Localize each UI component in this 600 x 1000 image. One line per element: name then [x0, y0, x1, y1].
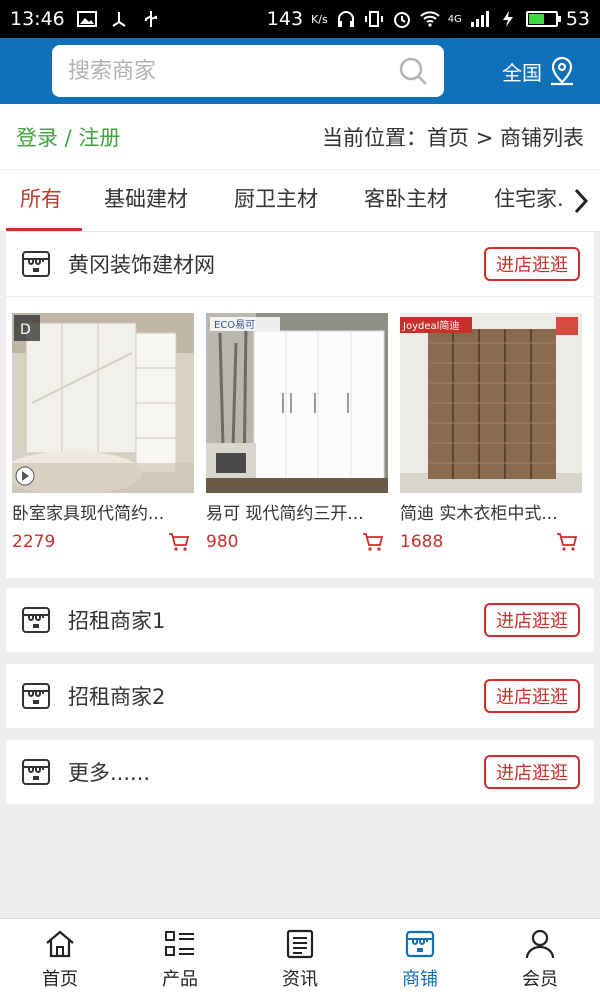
product-price: 1688 [400, 532, 444, 552]
nav-news-label: 资讯 [282, 968, 318, 990]
shop-name: 更多...... [68, 761, 151, 785]
shop-icon [22, 759, 50, 785]
tab-all[interactable]: 所有 [6, 170, 82, 231]
product-title: 简迪 实木衣柜中式... [400, 504, 558, 524]
product-price: 980 [206, 532, 239, 552]
nav-home[interactable]: 首页 [0, 919, 120, 1000]
vibrate-icon [364, 11, 383, 27]
nav-products[interactable]: 产品 [120, 919, 240, 1000]
status-time: 13:46 [10, 8, 65, 30]
nav-member-label: 会员 [522, 968, 558, 990]
tab-basic-materials[interactable]: 基础建材 [104, 170, 188, 231]
product-card[interactable]: D 卧室家具现代简约... 2279 [12, 313, 194, 552]
login-register-link[interactable]: 登录 / 注册 [16, 122, 120, 152]
shop-card: 更多...... 进店逛逛 [6, 740, 594, 804]
category-tabs: 所有 基础建材 厨卫主材 客卧主材 住宅家... [0, 170, 600, 232]
search-icon[interactable] [398, 56, 428, 86]
breadcrumb: 当前位置：首页 > 商铺列表 [322, 125, 584, 150]
location-icon [551, 56, 573, 86]
nav-products-label: 产品 [162, 968, 198, 990]
tab-bedroom-living[interactable]: 客卧主材 [364, 170, 448, 231]
signal-type: 4G [447, 13, 462, 25]
visit-shop-button[interactable]: 进店逛逛 [484, 679, 580, 713]
chevron-right-icon [574, 188, 589, 214]
nav-shops-label: 商铺 [402, 968, 438, 990]
home-icon [46, 930, 74, 957]
shop-card: 招租商家1 进店逛逛 [6, 588, 594, 652]
shop-header[interactable]: 更多...... 进店逛逛 [6, 740, 594, 804]
product-image[interactable]: D [12, 313, 194, 493]
shop-header[interactable]: 招租商家1 进店逛逛 [6, 588, 594, 652]
nav-member[interactable]: 会员 [480, 919, 600, 1000]
bottom-nav: 首页 产品 资讯 商铺 会员 [0, 918, 600, 1000]
shop-icon [22, 251, 50, 277]
cart-icon[interactable] [556, 532, 578, 552]
shop-icon [22, 683, 50, 709]
nav-news[interactable]: 资讯 [240, 919, 360, 1000]
list-icon [165, 930, 194, 956]
product-image[interactable]: ECO易可 [206, 313, 388, 493]
tab-kitchen-bath[interactable]: 厨卫主材 [234, 170, 318, 231]
app-header: 全国 [0, 38, 600, 104]
brand-logo-eco: ECO易可 [214, 319, 255, 331]
search-box[interactable] [52, 45, 444, 97]
region-label: 全国 [502, 60, 542, 85]
news-icon [286, 929, 314, 958]
shop-icon [405, 930, 435, 957]
nav-shops[interactable]: 商铺 [360, 919, 480, 1000]
product-image[interactable]: Joydeal简迪 [400, 313, 582, 493]
user-icon [525, 929, 555, 958]
shop-card: 黄冈装饰建材网 进店逛逛 D 卧室家具现代简约... 2279 ECO易可 易可… [6, 232, 594, 578]
net-speed: 143 [266, 8, 304, 30]
product-card[interactable]: Joydeal简迪 简迪 实木衣柜中式... 1688 [400, 313, 582, 552]
shop-name: 招租商家1 [68, 609, 166, 633]
cart-icon[interactable] [362, 532, 384, 552]
cart-icon[interactable] [168, 532, 190, 552]
brand-logo-joydeal: Joydeal简迪 [402, 319, 459, 332]
shop-name: 黄冈装饰建材网 [68, 253, 215, 277]
net-speed-unit: K/s [311, 12, 328, 26]
status-bar: 13:46 143 K/s 4G 53 [0, 0, 600, 38]
battery-level: 53 [565, 8, 590, 30]
usb-icon [144, 11, 157, 27]
shop-card: 招租商家2 进店逛逛 [6, 664, 594, 728]
region-selector[interactable]: 全国 [502, 56, 576, 86]
battery-icon [525, 11, 561, 27]
shop-icon [22, 607, 50, 633]
headphones-icon [337, 11, 354, 27]
location-bar: 登录 / 注册 当前位置：首页 > 商铺列表 [0, 104, 600, 170]
product-list: D 卧室家具现代简约... 2279 ECO易可 易可 现代简约三开... 98… [6, 296, 594, 552]
product-title: 卧室家具现代简约... [12, 504, 165, 524]
visit-shop-button[interactable]: 进店逛逛 [484, 247, 580, 281]
visit-shop-button[interactable]: 进店逛逛 [484, 603, 580, 637]
product-card[interactable]: ECO易可 易可 现代简约三开... 980 [206, 313, 388, 552]
shop-header[interactable]: 招租商家2 进店逛逛 [6, 664, 594, 728]
tabs-scroll-right[interactable] [562, 170, 600, 231]
usb-share-icon [112, 12, 126, 27]
nav-home-label: 首页 [42, 968, 78, 990]
product-price: 2279 [12, 532, 56, 552]
wifi-icon [419, 11, 440, 27]
shop-name: 招租商家2 [68, 685, 166, 709]
svg-text:D: D [20, 322, 31, 338]
shop-header[interactable]: 黄冈装饰建材网 进店逛逛 [6, 232, 594, 296]
gallery-icon [76, 11, 97, 27]
search-input[interactable] [68, 58, 398, 84]
alarm-icon [393, 12, 410, 28]
product-title: 易可 现代简约三开... [206, 504, 364, 524]
signal-icon [470, 11, 489, 27]
visit-shop-button[interactable]: 进店逛逛 [484, 755, 580, 789]
charging-icon [502, 11, 513, 27]
